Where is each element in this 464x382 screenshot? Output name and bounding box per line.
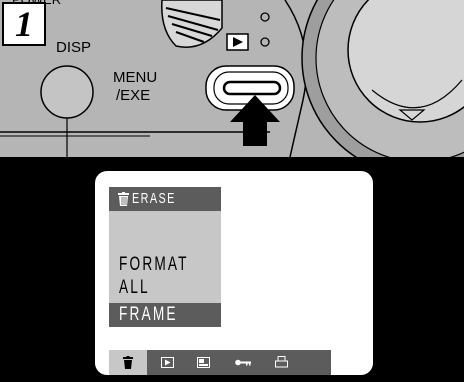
tab-erase[interactable] xyxy=(109,350,147,375)
trash-icon xyxy=(118,192,129,206)
menu-option-frame-selected[interactable]: FRAME xyxy=(109,303,221,327)
step-number: 1 xyxy=(15,4,33,44)
lcd-screen: ERASE FORMAT ALL FRAME xyxy=(95,171,373,375)
disp-label: DISP xyxy=(56,39,92,56)
instruction-illustration: 1 POWER DISP MENU /EXE ERASE FORMAT ALL xyxy=(0,0,464,382)
menu-tab-bar xyxy=(109,350,331,375)
disp-button xyxy=(40,65,94,119)
menu-option-all[interactable]: ALL xyxy=(119,277,150,299)
menu-option-frame-label: FRAME xyxy=(119,304,178,325)
erase-menu-title: ERASE xyxy=(132,190,176,207)
erase-menu-header: ERASE xyxy=(109,187,221,211)
protect-key-icon[interactable] xyxy=(235,359,251,366)
image-icon[interactable] xyxy=(197,357,210,368)
mode-dial xyxy=(161,0,223,48)
step-number-badge: 1 xyxy=(2,2,46,46)
lcd-panel: ERASE FORMAT ALL FRAME xyxy=(0,157,464,382)
erase-icon xyxy=(123,356,133,369)
exe-label: /EXE xyxy=(116,87,151,104)
playback-icon[interactable] xyxy=(161,357,174,368)
power-label: POWER xyxy=(12,0,61,8)
menu-option-format[interactable]: FORMAT xyxy=(119,254,189,276)
camera-back-panel: 1 POWER DISP MENU /EXE xyxy=(0,0,464,157)
menu-label: MENU xyxy=(113,69,158,86)
camera-body-drawing xyxy=(0,0,464,157)
print-order-icon[interactable] xyxy=(275,356,288,368)
